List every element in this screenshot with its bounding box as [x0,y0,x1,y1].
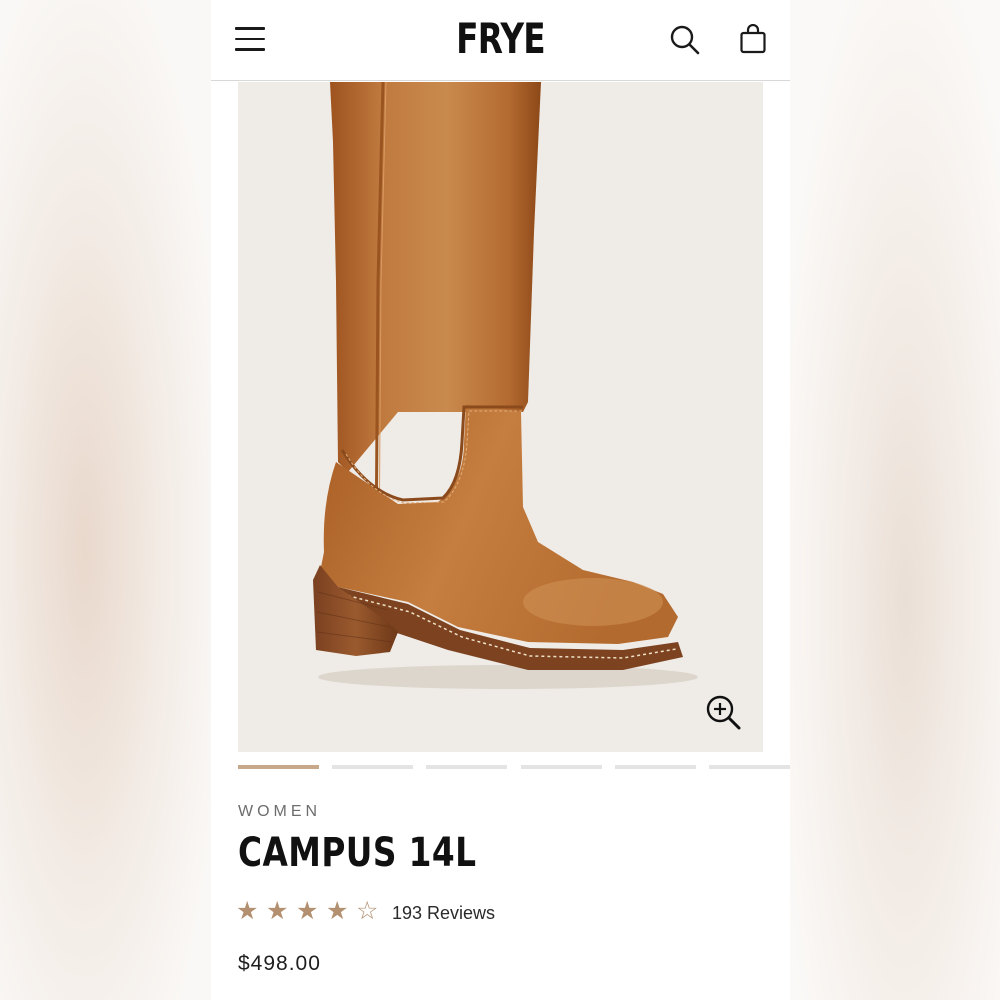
blurred-background-left [0,0,211,1000]
product-image-gallery[interactable] [238,82,763,752]
shopping-bag-icon[interactable] [738,23,768,56]
site-header: FRYE [211,0,790,81]
product-title: CAMPUS 14L [238,830,477,876]
hamburger-menu-icon[interactable] [235,27,265,51]
gallery-dot-2[interactable] [332,765,413,769]
gallery-dot-4[interactable] [521,765,602,769]
product-price: $498.00 [238,952,321,975]
mobile-page: FRYE WOMEN CAMPUS 14L ★ ★ ★ ★ ☆ 193 Revi… [211,0,790,1000]
zoom-in-icon[interactable] [705,694,743,732]
search-icon[interactable] [669,24,701,56]
product-image [313,82,698,689]
gallery-dot-1[interactable] [238,765,319,769]
blurred-background-right [789,0,1000,1000]
reviews-link[interactable]: 193 Reviews [392,903,495,924]
star-empty-icon: ☆ [356,897,379,925]
star-filled-icon: ★ [296,897,319,925]
product-category[interactable]: WOMEN [238,803,321,821]
gallery-pagination [238,765,790,770]
star-filled-icon: ★ [236,897,259,925]
gallery-dot-5[interactable] [615,765,696,769]
star-filled-icon: ★ [326,897,349,925]
brand-logo[interactable]: FRYE [275,14,727,63]
gallery-dot-6[interactable] [709,765,790,769]
star-filled-icon: ★ [266,897,289,925]
gallery-dot-3[interactable] [426,765,507,769]
